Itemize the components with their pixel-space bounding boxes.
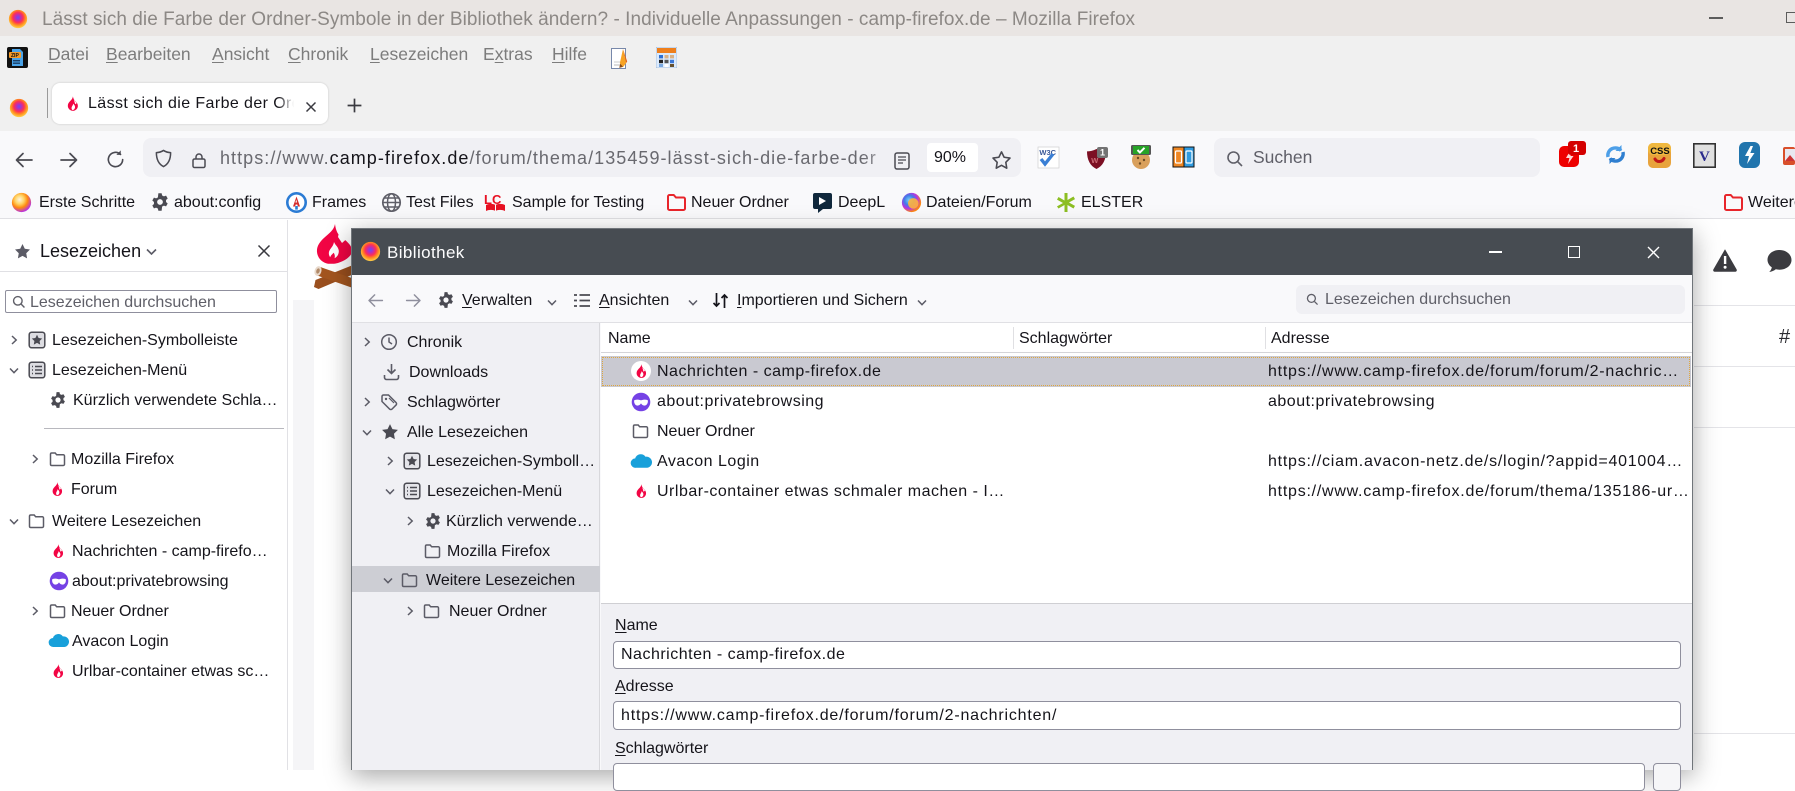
svg-text:CSS: CSS <box>1650 146 1670 157</box>
svg-text:1: 1 <box>1573 143 1579 155</box>
svg-text:V: V <box>1699 149 1710 165</box>
svg-text:W3C: W3C <box>1039 148 1056 157</box>
svg-text:ZIP: ZIP <box>11 53 19 59</box>
svg-text:1: 1 <box>1100 148 1105 158</box>
